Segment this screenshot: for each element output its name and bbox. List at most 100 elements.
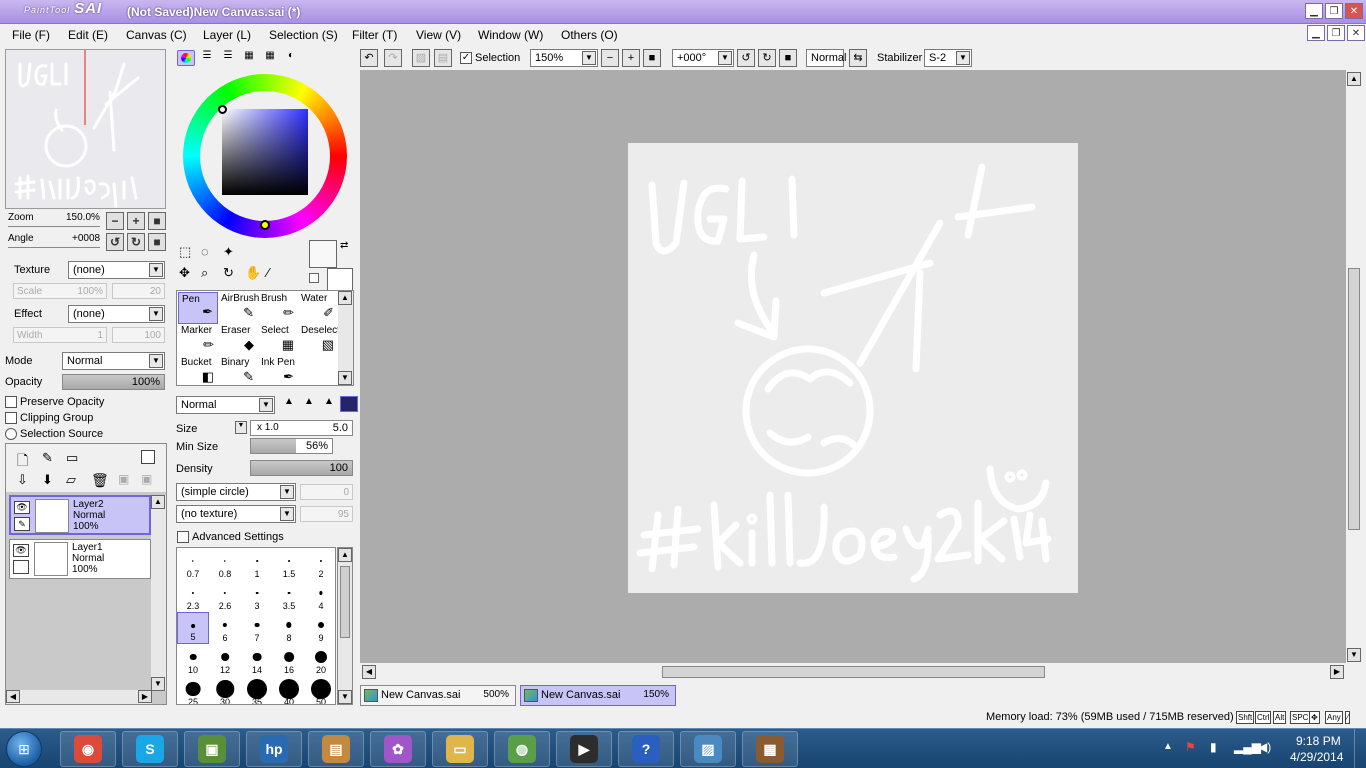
canvas-rotate-left-button[interactable]: ↺	[737, 49, 755, 67]
tool-pen[interactable]: Pen ✒	[178, 292, 218, 324]
show-hidden-icons[interactable]: ▲	[1163, 741, 1173, 752]
rotate-reset-button[interactable]: ■	[148, 233, 166, 251]
brush-size-5[interactable]: 5	[177, 612, 209, 644]
new-layer-icon[interactable]: 🗋	[17, 450, 28, 474]
canvas-zoom-reset-button[interactable]: ■	[643, 49, 661, 67]
color-tab-extra[interactable]: ◐	[282, 50, 300, 66]
brush-size-10[interactable]: 10	[177, 644, 209, 676]
invert-selection-button[interactable]: ▤	[434, 49, 452, 67]
volume-icon[interactable]: ◀)	[1258, 740, 1271, 754]
canvas-rotate-right-button[interactable]: ↻	[758, 49, 776, 67]
saturation-value-square[interactable]	[222, 109, 308, 195]
eye-icon[interactable]: 👁	[14, 501, 30, 514]
doc-restore-button[interactable]: ❐	[1327, 25, 1345, 41]
lasso-icon[interactable]: ◌	[201, 244, 223, 260]
zoom-in-button[interactable]: +	[127, 212, 145, 230]
layer-item-layer1[interactable]: 👁 Layer1 Normal 100%	[9, 539, 151, 579]
brush-blend-dropdown[interactable]: Normal ▼	[176, 396, 275, 414]
start-button[interactable]: ⊞	[6, 731, 42, 767]
canvas-rotate-reset-button[interactable]: ■	[779, 49, 797, 67]
scroll-left-arrow[interactable]: ◀	[362, 665, 376, 679]
swap-colors-icon[interactable]: ⇄	[340, 240, 348, 251]
brush-size-0.7[interactable]: 0.7	[177, 548, 209, 580]
taskbar-app[interactable]: ?	[618, 731, 674, 767]
tool-scrollbar[interactable]: ▲ ▼	[338, 291, 353, 385]
scroll-right-arrow[interactable]: ▶	[138, 690, 152, 703]
layer-vertical-scrollbar[interactable]: ▲ ▼	[151, 495, 166, 691]
menu-others[interactable]: Others (O)	[561, 28, 618, 42]
new-folder-icon[interactable]: ▭	[66, 450, 78, 466]
layer-opacity-slider[interactable]: 100%	[62, 374, 165, 390]
scroll-right-arrow[interactable]: ▶	[1330, 665, 1344, 679]
canvas-angle-dropdown[interactable]: +000° ▼	[672, 49, 734, 67]
document-tab[interactable]: New Canvas.sai 500%	[360, 685, 516, 706]
clock-time[interactable]: 9:18 PM	[1296, 734, 1341, 748]
taskbar-app[interactable]: ▦	[742, 731, 798, 767]
size-slider[interactable]: x 1.0 5.0	[250, 420, 353, 436]
taskbar-app[interactable]: ▨	[680, 731, 736, 767]
menu-view[interactable]: View (V)	[416, 28, 461, 42]
brush-size-35[interactable]: 35	[241, 676, 273, 704]
drawing-canvas[interactable]	[628, 143, 1078, 593]
canvas-horizontal-scrollbar[interactable]: ◀ ▶	[360, 664, 1346, 681]
hand-icon[interactable]: ✋	[245, 265, 267, 281]
scroll-down-arrow[interactable]: ▼	[338, 690, 352, 704]
menu-layer[interactable]: Layer (L)	[203, 28, 251, 42]
eye-icon[interactable]: 👁	[13, 544, 29, 557]
foreground-color-swatch[interactable]	[309, 240, 337, 268]
hardness-medium-icon[interactable]: ▲	[300, 396, 318, 412]
brush-size-3.5[interactable]: 3.5	[273, 580, 305, 612]
menu-filter[interactable]: Filter (T)	[352, 28, 397, 42]
brush-size-2.3[interactable]: 2.3	[177, 580, 209, 612]
navigator-preview[interactable]	[5, 49, 166, 209]
brush-size-2[interactable]: 2	[305, 548, 335, 580]
hsv-slider-tab[interactable]: ☰	[219, 50, 237, 66]
network-icon[interactable]: ▂▄▆	[1234, 740, 1261, 754]
hardness-full-icon[interactable]	[340, 396, 358, 412]
action-center-icon[interactable]: ⚑	[1185, 740, 1196, 754]
brush-size-9[interactable]: 9	[305, 612, 335, 644]
merge-down-icon[interactable]: ⬇	[42, 472, 53, 488]
clear-layer-icon[interactable]: ▱	[66, 472, 76, 488]
hardness-hard-icon[interactable]: ▲	[320, 396, 338, 412]
clock-date[interactable]: 4/29/2014	[1290, 750, 1343, 764]
brush-size-14[interactable]: 14	[241, 644, 273, 676]
layer-mode-dropdown[interactable]: Normal ▼	[62, 352, 165, 370]
color-wheel-tab[interactable]	[177, 50, 195, 66]
pencil-icon[interactable]: ✎	[14, 517, 30, 531]
taskbar-app[interactable]: ▤	[308, 731, 364, 767]
brush-size-40[interactable]: 40	[273, 676, 305, 704]
preserve-opacity-checkbox[interactable]	[5, 396, 17, 408]
layer-horizontal-scrollbar[interactable]: ◀ ▶	[6, 690, 152, 704]
brush-texture-dropdown[interactable]: (no texture) ▼	[176, 505, 296, 523]
clipping-group-checkbox[interactable]	[5, 412, 17, 424]
rotate-icon[interactable]: ↻	[223, 265, 245, 281]
undo-button[interactable]: ↶	[360, 49, 378, 67]
scroll-down-arrow[interactable]: ▼	[338, 371, 352, 385]
brush-size-20[interactable]: 20	[305, 644, 335, 676]
effect-dropdown[interactable]: (none) ▼	[68, 305, 165, 323]
tool-eraser[interactable]: Eraser ◆	[218, 324, 258, 356]
layer-lock-box[interactable]	[13, 560, 29, 574]
tool-binary[interactable]: Binary ✎	[218, 356, 258, 388]
brush-size-6[interactable]: 6	[209, 612, 241, 644]
magnifier-icon[interactable]: ⌕	[201, 265, 223, 281]
power-icon[interactable]: ▮	[1210, 740, 1217, 754]
tool-brush[interactable]: Brush ✏	[258, 292, 298, 324]
new-linework-layer-icon[interactable]: ✎	[42, 450, 53, 466]
close-button[interactable]: ✕	[1345, 3, 1363, 19]
canvas-zoom-in-button[interactable]: +	[622, 49, 640, 67]
flip-canvas-button[interactable]: ⇆	[849, 49, 867, 67]
brush-size-3[interactable]: 3	[241, 580, 273, 612]
taskbar-app[interactable]: ◍	[494, 731, 550, 767]
rotate-left-button[interactable]: ↺	[106, 233, 124, 251]
scroll-thumb[interactable]	[1348, 268, 1360, 530]
scroll-down-arrow[interactable]: ▼	[151, 677, 165, 691]
brush-size-12[interactable]: 12	[209, 644, 241, 676]
transfer-down-icon[interactable]: ⇩	[17, 472, 28, 488]
scroll-thumb[interactable]	[662, 666, 1045, 678]
menu-edit[interactable]: Edit (E)	[68, 28, 108, 42]
brush-size-1[interactable]: 1	[241, 548, 273, 580]
taskbar-app[interactable]: ▣	[184, 731, 240, 767]
tool-airbrush[interactable]: AirBrush ✎	[218, 292, 259, 324]
